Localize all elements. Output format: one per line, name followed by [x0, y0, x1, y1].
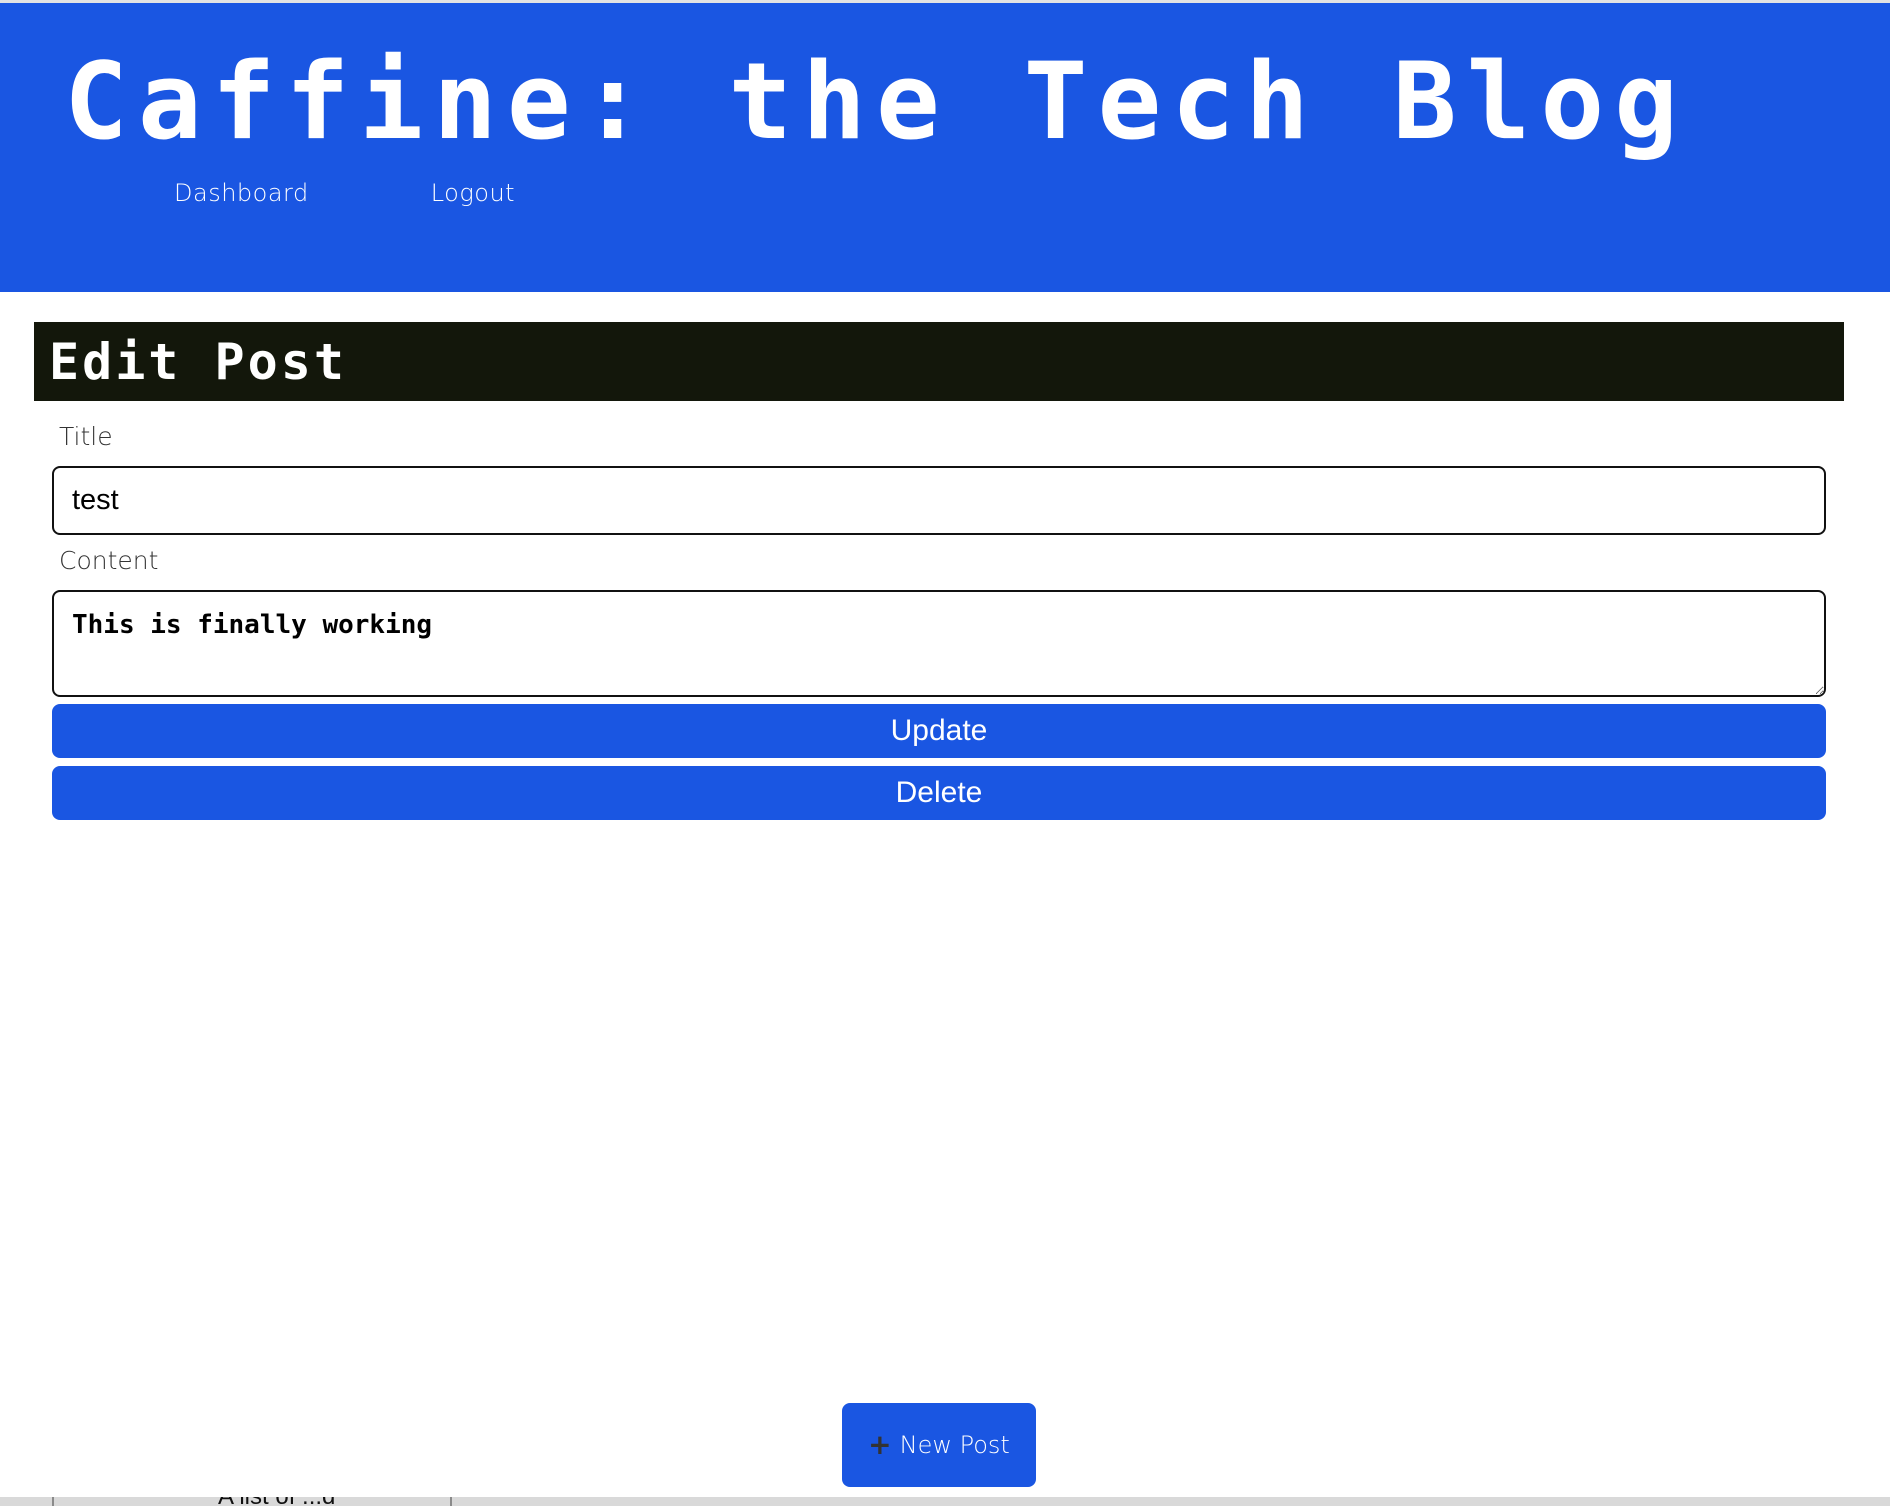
strip-divider	[450, 1497, 452, 1506]
update-button[interactable]: Update	[52, 704, 1826, 758]
site-header: Caffine: the Tech Blog Dashboard Logout	[0, 3, 1890, 292]
content-textarea[interactable]: This is finally working	[52, 590, 1826, 697]
strip-divider	[52, 1497, 54, 1506]
bottom-strip-text: A list of ...d	[218, 1497, 335, 1506]
site-title: Caffine: the Tech Blog	[64, 40, 1688, 163]
nav-link-logout[interactable]: Logout	[431, 179, 515, 207]
title-input[interactable]	[52, 466, 1826, 535]
card-header: Edit Post	[34, 322, 1844, 401]
main-nav: Dashboard Logout	[174, 179, 515, 207]
title-label: Title	[59, 422, 113, 451]
new-post-button[interactable]: + New Post	[842, 1403, 1036, 1487]
bottom-strip: A list of ...d	[0, 1497, 1890, 1506]
content-label: Content	[59, 546, 159, 575]
plus-icon: +	[868, 1428, 892, 1461]
nav-link-dashboard[interactable]: Dashboard	[174, 179, 309, 207]
new-post-label: New Post	[899, 1431, 1010, 1459]
edit-post-heading: Edit Post	[49, 333, 347, 391]
delete-button[interactable]: Delete	[52, 766, 1826, 820]
